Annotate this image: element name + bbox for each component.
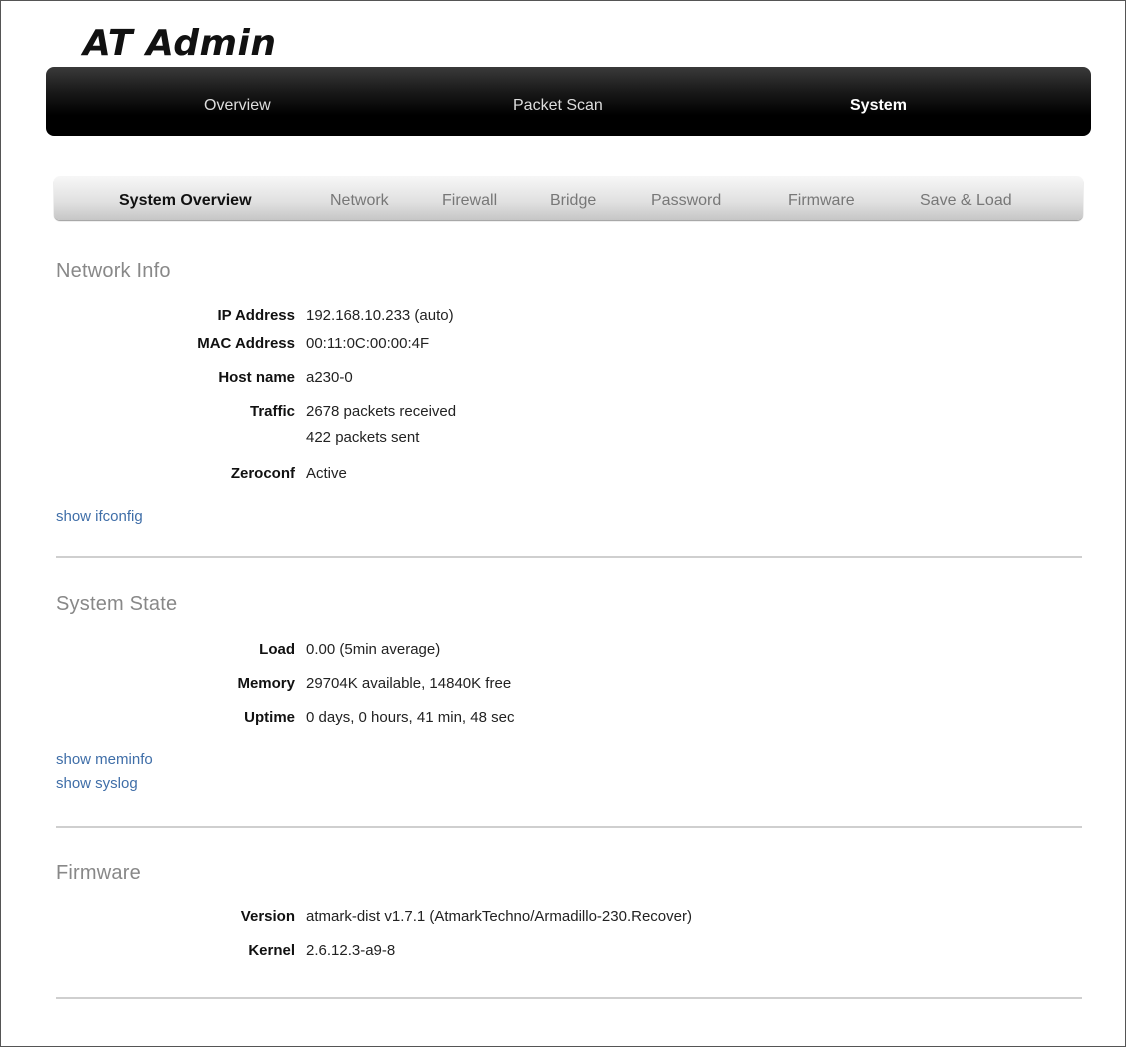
load-value: 0.00 (5min average) [306,641,441,658]
memory-label: Memory [237,675,295,692]
uptime-label: Uptime [244,709,295,726]
ip-address-label: IP Address [217,307,295,324]
subtab-network[interactable]: Network [330,176,389,220]
uptime-value: 0 days, 0 hours, 41 min, 48 sec [306,709,515,726]
subtab-system-overview[interactable]: System Overview [119,176,252,220]
show-meminfo-link[interactable]: show meminfo [56,751,153,768]
host-name-value: a230-0 [306,369,353,386]
kernel-value: 2.6.12.3-a9-8 [306,942,396,959]
subtab-firewall[interactable]: Firewall [442,176,497,220]
load-label: Load [259,641,295,658]
main-nav: Overview Packet Scan System [46,67,1091,136]
section-divider [56,826,1082,828]
tab-overview[interactable]: Overview [204,67,271,136]
mac-address-label: MAC Address [197,335,295,352]
subtab-save-load[interactable]: Save & Load [920,176,1012,220]
traffic-received-value: 2678 packets received [306,403,457,420]
ip-address-value: 192.168.10.233 (auto) [306,307,454,324]
host-name-label: Host name [218,369,295,386]
version-label: Version [240,908,295,925]
system-state-title: System State [56,593,178,615]
tab-packet-scan[interactable]: Packet Scan [513,67,603,136]
traffic-sent-value: 422 packets sent [306,429,420,446]
zeroconf-value: Active [306,465,347,482]
section-divider [56,997,1082,999]
mac-address-value: 00:11:0C:00:00:4F [306,335,430,352]
firmware-title: Firmware [56,862,141,884]
subtab-firmware[interactable]: Firmware [788,176,855,220]
tab-system[interactable]: System [850,67,907,136]
section-divider [56,556,1082,558]
subtab-password[interactable]: Password [651,176,721,220]
zeroconf-label: Zeroconf [230,465,295,482]
kernel-label: Kernel [248,942,295,959]
show-syslog-link[interactable]: show syslog [56,775,138,792]
show-ifconfig-link[interactable]: show ifconfig [56,508,143,525]
app-logo: AT Admin [83,23,277,64]
memory-value: 29704K available, 14840K free [306,675,512,692]
version-value: atmark-dist v1.7.1 (AtmarkTechno/Armadil… [306,908,692,925]
traffic-label: Traffic [249,403,295,420]
sub-nav: System Overview Network Firewall Bridge … [54,176,1083,220]
page-frame: AT Admin Overview Packet Scan System Sys… [0,0,1126,1047]
network-info-title: Network Info [56,260,171,282]
subtab-bridge[interactable]: Bridge [550,176,596,220]
